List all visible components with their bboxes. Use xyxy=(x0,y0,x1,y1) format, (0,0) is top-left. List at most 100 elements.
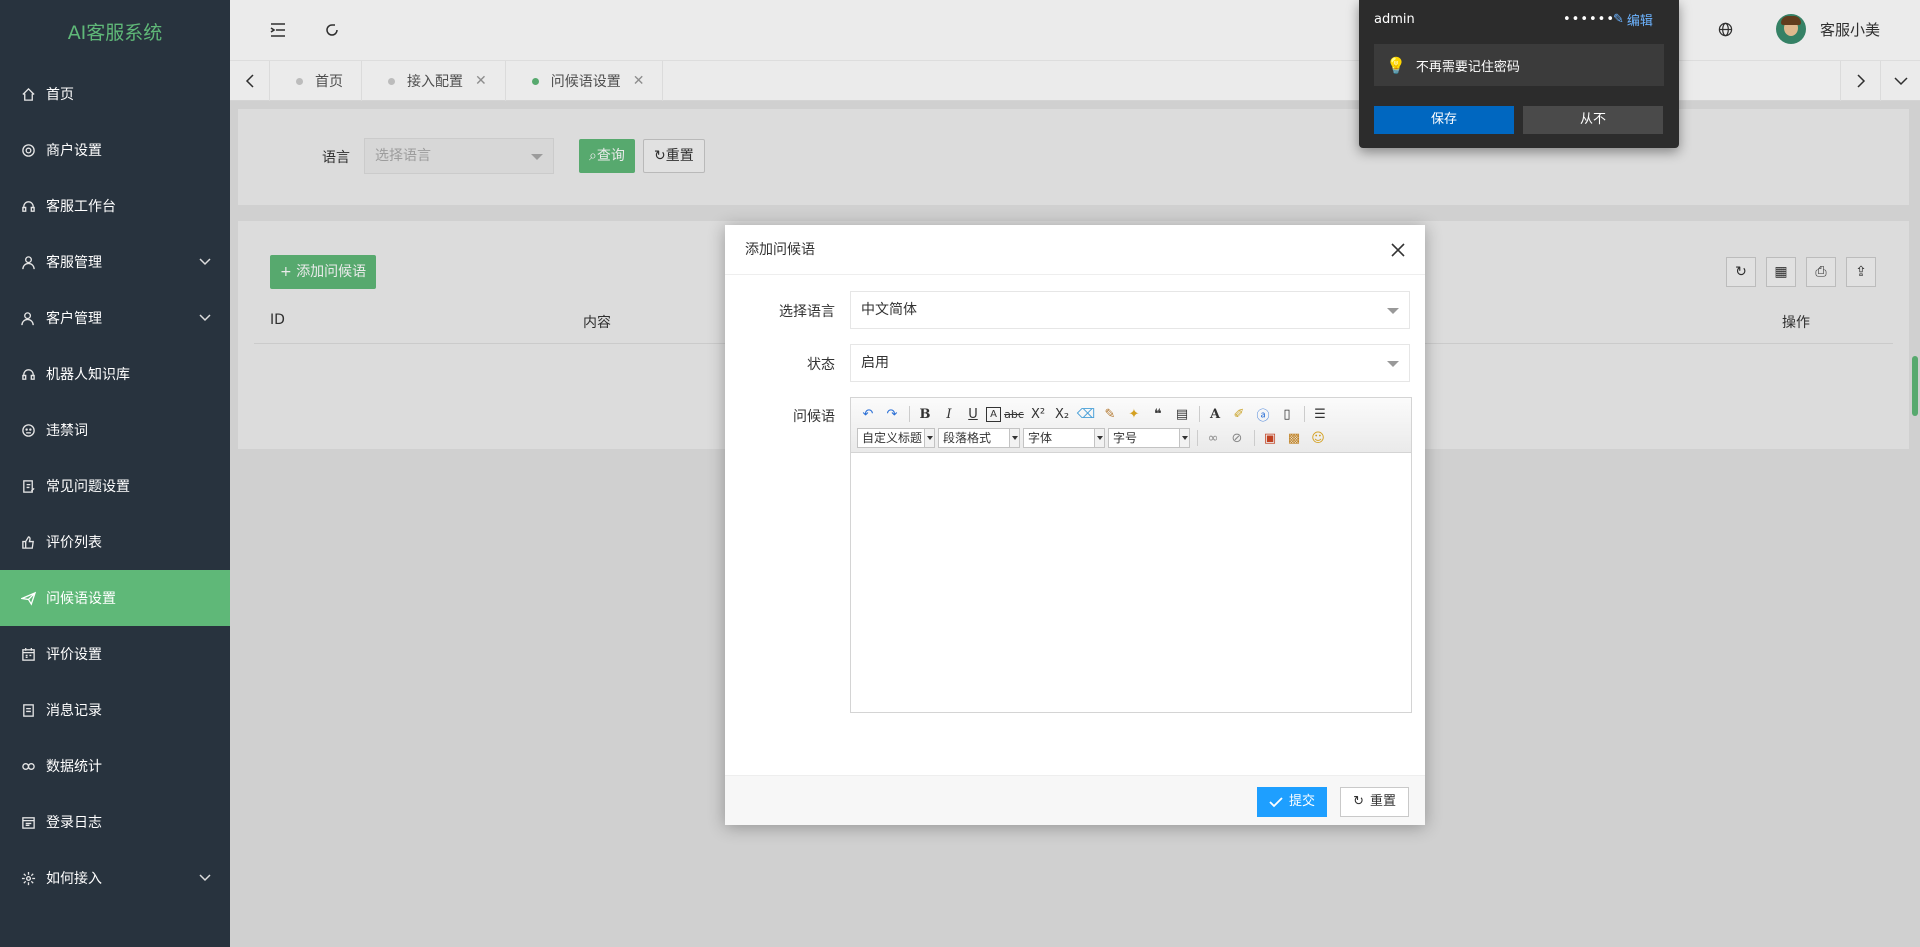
select-all-icon[interactable]: ⓐ xyxy=(1252,404,1274,424)
status-field-select[interactable]: 启用 xyxy=(850,344,1410,382)
sidebar: AI客服系统 首页 商户设置 客服工作台 客服管理 客户管理 机器人知识库 违禁… xyxy=(0,0,230,947)
clear-doc-icon[interactable]: ▯ xyxy=(1276,404,1298,424)
sidebar-item-statistics[interactable]: 数据统计 xyxy=(0,738,230,794)
lightbulb-icon: 💡 xyxy=(1386,55,1406,75)
submit-button[interactable]: 提交 xyxy=(1256,787,1327,817)
sidebar-item-label: 数据统计 xyxy=(46,759,102,775)
format-brush-icon[interactable]: ✎ xyxy=(1099,404,1121,424)
font-family-combo[interactable]: 字体 xyxy=(1023,428,1105,448)
modal-reset-button[interactable]: ↻ 重置 xyxy=(1340,787,1409,817)
sidebar-item-label: 登录日志 xyxy=(46,815,102,831)
password-save-prompt: admin •••••• ✎ 编辑 💡 不再需要记住密码 保存 从不 xyxy=(1359,0,1679,148)
password-save-button[interactable]: 保存 xyxy=(1374,106,1514,134)
user-icon xyxy=(20,254,36,270)
sidebar-item-faq-settings[interactable]: 常见问题设置 xyxy=(0,458,230,514)
send-icon xyxy=(20,590,36,606)
superscript-icon[interactable]: X² xyxy=(1027,404,1049,424)
saved-username: admin xyxy=(1374,12,1415,27)
highlight-icon[interactable]: ✐ xyxy=(1228,404,1250,424)
settings-icon xyxy=(20,870,36,886)
emoji-icon[interactable]: ☺ xyxy=(1307,428,1329,448)
greeting-field-label: 问候语 xyxy=(793,409,835,425)
chevron-down-icon xyxy=(199,258,211,266)
sidebar-item-label: 常见问题设置 xyxy=(46,479,130,495)
language-field-select[interactable]: 中文简体 xyxy=(850,291,1410,329)
log-icon xyxy=(20,814,36,830)
font-color-icon[interactable]: A xyxy=(1204,404,1226,424)
sidebar-item-label: 机器人知识库 xyxy=(46,367,130,383)
doc-edit-icon xyxy=(20,478,36,494)
sidebar-item-login-logs[interactable]: 登录日志 xyxy=(0,794,230,850)
toolbar-row-2: 自定义标题 段落格式 字体 字号 ∞ ⊘ ▣ ▩ ☺ xyxy=(857,426,1405,450)
blockquote-icon[interactable]: ❝ xyxy=(1147,404,1169,424)
refresh-icon: ↻ xyxy=(1353,794,1364,809)
strikethrough-icon[interactable]: abc xyxy=(1003,404,1025,424)
language-field-value: 中文简体 xyxy=(861,302,917,318)
editor-content-area[interactable] xyxy=(851,453,1411,712)
edit-password-link[interactable]: ✎ 编辑 xyxy=(1613,10,1653,29)
close-icon[interactable] xyxy=(1389,241,1407,259)
line-height-icon[interactable]: ☰ xyxy=(1309,404,1331,424)
sidebar-item-label: 问候语设置 xyxy=(46,591,116,607)
sidebar-item-label: 商户设置 xyxy=(46,143,102,159)
bold-icon[interactable]: B xyxy=(914,404,936,424)
link-icon[interactable]: ∞ xyxy=(1202,428,1224,448)
sidebar-item-greeting-settings[interactable]: 问候语设置 xyxy=(0,570,230,626)
image-icon[interactable]: ▣ xyxy=(1259,428,1281,448)
status-field-value: 启用 xyxy=(861,355,889,371)
sidebar-item-label: 违禁词 xyxy=(46,423,88,439)
sidebar-item-agent-management[interactable]: 客服管理 xyxy=(0,234,230,290)
subscript-icon[interactable]: X₂ xyxy=(1051,404,1073,424)
font-size-combo[interactable]: 字号 xyxy=(1108,428,1190,448)
toolbar-separator xyxy=(1304,406,1305,422)
sidebar-item-review-settings[interactable]: 评价设置 xyxy=(0,626,230,682)
calendar-icon xyxy=(20,646,36,662)
sidebar-item-merchant-settings[interactable]: 商户设置 xyxy=(0,122,230,178)
sidebar-item-customer-management[interactable]: 客户管理 xyxy=(0,290,230,346)
home-icon xyxy=(20,86,36,102)
auto-format-icon[interactable]: ✦ xyxy=(1123,404,1145,424)
headset-icon xyxy=(20,366,36,382)
sidebar-item-message-records[interactable]: 消息记录 xyxy=(0,682,230,738)
chevron-down-icon xyxy=(199,874,211,882)
caret-down-icon xyxy=(1387,361,1399,367)
sidebar-item-how-to-integrate[interactable]: 如何接入 xyxy=(0,850,230,906)
unlink-icon[interactable]: ⊘ xyxy=(1226,428,1248,448)
undo-icon[interactable]: ↶ xyxy=(857,404,879,424)
paragraph-combo[interactable]: 段落格式 xyxy=(938,428,1020,448)
caret-down-icon xyxy=(1094,429,1104,447)
sidebar-item-label: 评价设置 xyxy=(46,647,102,663)
paste-plain-icon[interactable]: ▤ xyxy=(1171,404,1193,424)
chevron-down-icon xyxy=(199,314,211,322)
toolbar-separator xyxy=(1197,430,1198,446)
password-never-button[interactable]: 从不 xyxy=(1523,106,1663,134)
redo-icon[interactable]: ↷ xyxy=(881,404,903,424)
heading-combo[interactable]: 自定义标题 xyxy=(857,428,935,448)
toolbar-separator xyxy=(909,406,910,422)
toolbar-separator xyxy=(1254,430,1255,446)
caret-down-icon xyxy=(1387,308,1399,314)
sidebar-item-label: 客服管理 xyxy=(46,255,102,271)
caret-down-icon xyxy=(1009,429,1019,447)
sidebar-item-agent-workbench[interactable]: 客服工作台 xyxy=(0,178,230,234)
saved-password-mask: •••••• xyxy=(1563,12,1616,27)
rich-text-editor: ↶ ↷ B I U A abc X² X₂ ⌫ ✎ ✦ ❝ ▤ A ✐ ⓐ ▯ xyxy=(850,397,1412,713)
toolbar-separator xyxy=(1199,406,1200,422)
app-logo-title: AI客服系统 xyxy=(67,22,163,44)
italic-icon[interactable]: I xyxy=(938,404,960,424)
add-greeting-modal: 添加问候语 选择语言 中文简体 状态 启用 问候语 ↶ ↷ B I U A ab… xyxy=(725,225,1425,825)
caret-down-icon xyxy=(1179,429,1189,447)
sidebar-item-bot-knowledge[interactable]: 机器人知识库 xyxy=(0,346,230,402)
sidebar-item-label: 消息记录 xyxy=(46,703,102,719)
sidebar-item-banned-words[interactable]: 违禁词 xyxy=(0,402,230,458)
sidebar-item-home[interactable]: 首页 xyxy=(0,66,230,122)
caret-down-icon xyxy=(924,429,934,447)
check-icon xyxy=(1269,797,1283,808)
font-border-icon[interactable]: A xyxy=(986,406,1001,422)
eraser-icon[interactable]: ⌫ xyxy=(1075,404,1097,424)
multi-image-icon[interactable]: ▩ xyxy=(1283,428,1305,448)
underline-icon[interactable]: U xyxy=(962,404,984,424)
sidebar-item-review-list[interactable]: 评价列表 xyxy=(0,514,230,570)
sidebar-item-label: 客户管理 xyxy=(46,311,102,327)
pencil-icon: ✎ xyxy=(1613,12,1624,27)
